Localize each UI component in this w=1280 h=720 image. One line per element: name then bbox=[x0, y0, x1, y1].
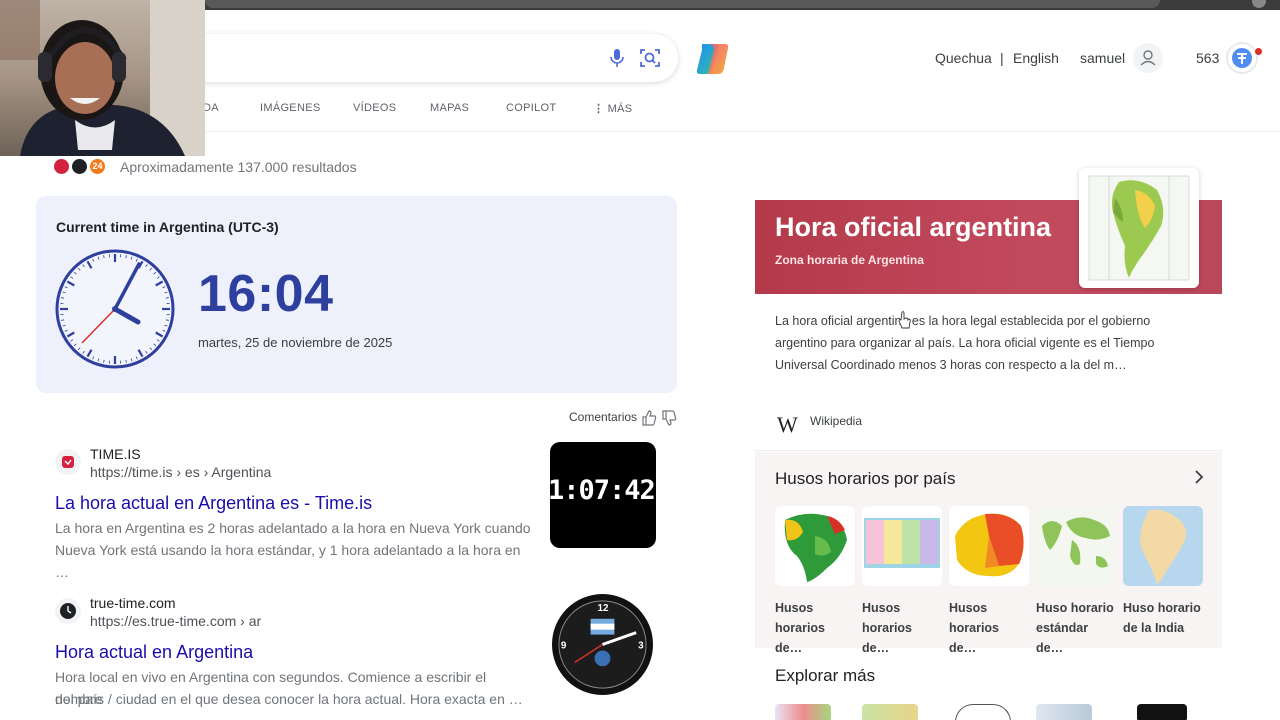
usa-timezone-map bbox=[862, 506, 942, 586]
search-result-true-time: true-time.com https://es.true-time.com ›… bbox=[55, 595, 535, 715]
search-input[interactable] bbox=[150, 34, 678, 82]
notification-dot bbox=[1255, 48, 1262, 55]
browser-tab-strip bbox=[205, 0, 1160, 8]
result-site-name: TIME.IS bbox=[90, 446, 141, 462]
timezone-card-label-line-2: de la India bbox=[1123, 621, 1185, 635]
more-dots-icon: ⋮ bbox=[593, 103, 608, 115]
webcam-overlay bbox=[0, 0, 205, 156]
knowledge-panel: Hora oficial argentina Zona horaria de A… bbox=[755, 168, 1222, 720]
time-is-favicon-small bbox=[54, 159, 69, 174]
result-url[interactable]: https://time.is › es › Argentina bbox=[90, 464, 271, 480]
wikipedia-icon: W bbox=[777, 412, 798, 437]
explore-clock-thumbnail[interactable] bbox=[955, 704, 1011, 720]
time-is-favicon bbox=[55, 449, 81, 475]
timezone-card-australia[interactable]: Husos horarios de… bbox=[949, 506, 1029, 658]
current-time-card: Current time in Argentina (UTC-3) 16:04 … bbox=[36, 196, 677, 393]
current-time-digits: 16:04 bbox=[198, 265, 334, 323]
explore-more-title: Explorar más bbox=[775, 666, 876, 685]
explore-thumbnail[interactable] bbox=[1137, 704, 1187, 720]
tab-more-label: MÁS bbox=[607, 103, 633, 115]
watch-face-image: 12 9 3 bbox=[551, 593, 654, 696]
true-time-thumbnail[interactable]: 12 9 3 bbox=[551, 593, 654, 696]
thumbnail-clock-text: 1:07:42 bbox=[550, 475, 656, 506]
explore-thumbnail[interactable] bbox=[1036, 704, 1092, 720]
result-site-name: true-time.com bbox=[90, 595, 176, 611]
timezone-card-label-line-1: Husos bbox=[775, 601, 814, 615]
copilot-icon[interactable] bbox=[694, 40, 732, 78]
knowledge-panel-title: Hora oficial argentina bbox=[775, 212, 1052, 242]
timezone-card-world[interactable]: Huso horario estándar de… bbox=[1036, 506, 1116, 658]
timezone-card-usa[interactable]: Husos horarios de… bbox=[862, 506, 942, 658]
svg-text:12: 12 bbox=[598, 603, 610, 614]
timezone-card-label-line-1: Husos bbox=[949, 601, 988, 615]
language-link-english[interactable]: English bbox=[1013, 50, 1059, 66]
result-url[interactable]: https://es.true-time.com › ar bbox=[90, 613, 261, 629]
thumbs-down-icon[interactable] bbox=[661, 409, 677, 427]
svg-text:9: 9 bbox=[561, 640, 567, 651]
true-time-favicon bbox=[55, 598, 81, 624]
knowledge-panel-description-line-2: argentino para organizar al país. La hor… bbox=[775, 336, 1155, 350]
current-date: martes, 25 de noviembre de 2025 bbox=[198, 335, 393, 350]
results-count: Aproximadamente 137.000 resultados bbox=[120, 159, 357, 175]
timezones-section-title[interactable]: Husos horarios por país bbox=[775, 469, 955, 489]
australia-timezone-map bbox=[949, 506, 1029, 586]
world-timezone-map bbox=[1036, 506, 1116, 586]
rewards-points[interactable]: 563 bbox=[1196, 50, 1219, 66]
explore-thumbnail[interactable] bbox=[862, 704, 918, 720]
timezone-card-label-line-1: Huso horario bbox=[1123, 601, 1201, 615]
brazil-timezone-map bbox=[775, 506, 855, 586]
true-time-favicon-small bbox=[72, 159, 87, 174]
result-snippet-line-2: Nueva York está usando la hora estándar,… bbox=[55, 542, 521, 580]
analog-clock-icon bbox=[55, 249, 175, 369]
rewards-icon[interactable] bbox=[1226, 42, 1258, 74]
browser-menu-dot[interactable] bbox=[1252, 0, 1266, 8]
wikipedia-source-link[interactable]: Wikipedia bbox=[810, 414, 862, 428]
tab-search[interactable]: DA bbox=[203, 102, 219, 114]
feedback-label[interactable]: Comentarios bbox=[569, 410, 637, 424]
result-snippet-line-1: La hora en Argentina es 2 horas adelanta… bbox=[55, 520, 531, 536]
language-separator: | bbox=[1000, 50, 1004, 66]
microphone-icon[interactable] bbox=[605, 46, 629, 70]
timezones-by-country-section: Husos horarios por país Husos horarios de… bbox=[755, 452, 1222, 655]
webcam-person-image bbox=[0, 0, 205, 156]
timezone-card-label-line-2: estándar de… bbox=[1036, 621, 1089, 655]
time-is-thumbnail[interactable]: 1:07:42 bbox=[550, 442, 656, 548]
search-result-time-is: TIME.IS https://time.is › es › Argentina… bbox=[55, 446, 535, 580]
knowledge-panel-description-line-3: Universal Coordinado menos 3 horas con r… bbox=[775, 358, 1127, 372]
tab-more[interactable]: ⋮ MÁS bbox=[593, 102, 632, 115]
mouse-cursor-icon bbox=[898, 311, 911, 329]
knowledge-panel-header: Hora oficial argentina Zona horaria de A… bbox=[755, 168, 1222, 294]
tab-copilot[interactable]: COPILOT bbox=[506, 102, 556, 114]
svg-text:3: 3 bbox=[638, 640, 644, 651]
timezone-card-label-line-2: horarios de… bbox=[862, 621, 913, 655]
knowledge-panel-description-line-1: La hora oficial argentina es la hora leg… bbox=[775, 314, 1151, 328]
timezone-card-label-line-1: Huso horario bbox=[1036, 601, 1114, 615]
result-title-link[interactable]: Hora actual en Argentina bbox=[55, 642, 253, 663]
explore-thumbnail[interactable] bbox=[775, 704, 831, 720]
person-icon bbox=[1140, 50, 1156, 66]
timezone-card-label-line-2: horarios de… bbox=[949, 621, 1000, 655]
chevron-right-icon[interactable] bbox=[1192, 469, 1206, 485]
timezone-card-india[interactable]: Huso horario de la India bbox=[1123, 506, 1203, 638]
result-snippet-line-2: del país / ciudad en el que desea conoce… bbox=[55, 691, 523, 707]
user-avatar[interactable] bbox=[1133, 43, 1163, 73]
language-link-quechua[interactable]: Quechua bbox=[935, 50, 992, 66]
24-badge-icon: 24 bbox=[90, 159, 105, 174]
timezone-card-brazil[interactable]: Husos horarios de… bbox=[775, 506, 855, 658]
user-name[interactable]: samuel bbox=[1080, 50, 1125, 66]
thumbs-up-icon[interactable] bbox=[641, 409, 657, 427]
tab-maps[interactable]: MAPAS bbox=[430, 102, 469, 114]
timezone-card-label-line-1: Husos bbox=[862, 601, 901, 615]
tab-images[interactable]: IMÁGENES bbox=[260, 102, 320, 114]
india-timezone-map bbox=[1123, 506, 1203, 586]
timezone-card-label-line-2: horarios de… bbox=[775, 621, 826, 655]
result-title-link[interactable]: La hora actual en Argentina es - Time.is bbox=[55, 493, 372, 514]
south-america-timezone-map[interactable] bbox=[1079, 168, 1199, 288]
knowledge-panel-subtitle: Zona horaria de Argentina bbox=[775, 253, 924, 267]
visual-search-icon[interactable] bbox=[638, 46, 662, 70]
panel-divider bbox=[755, 450, 1222, 451]
tab-videos[interactable]: VÍDEOS bbox=[353, 102, 396, 114]
time-card-title: Current time in Argentina (UTC-3) bbox=[56, 219, 279, 235]
